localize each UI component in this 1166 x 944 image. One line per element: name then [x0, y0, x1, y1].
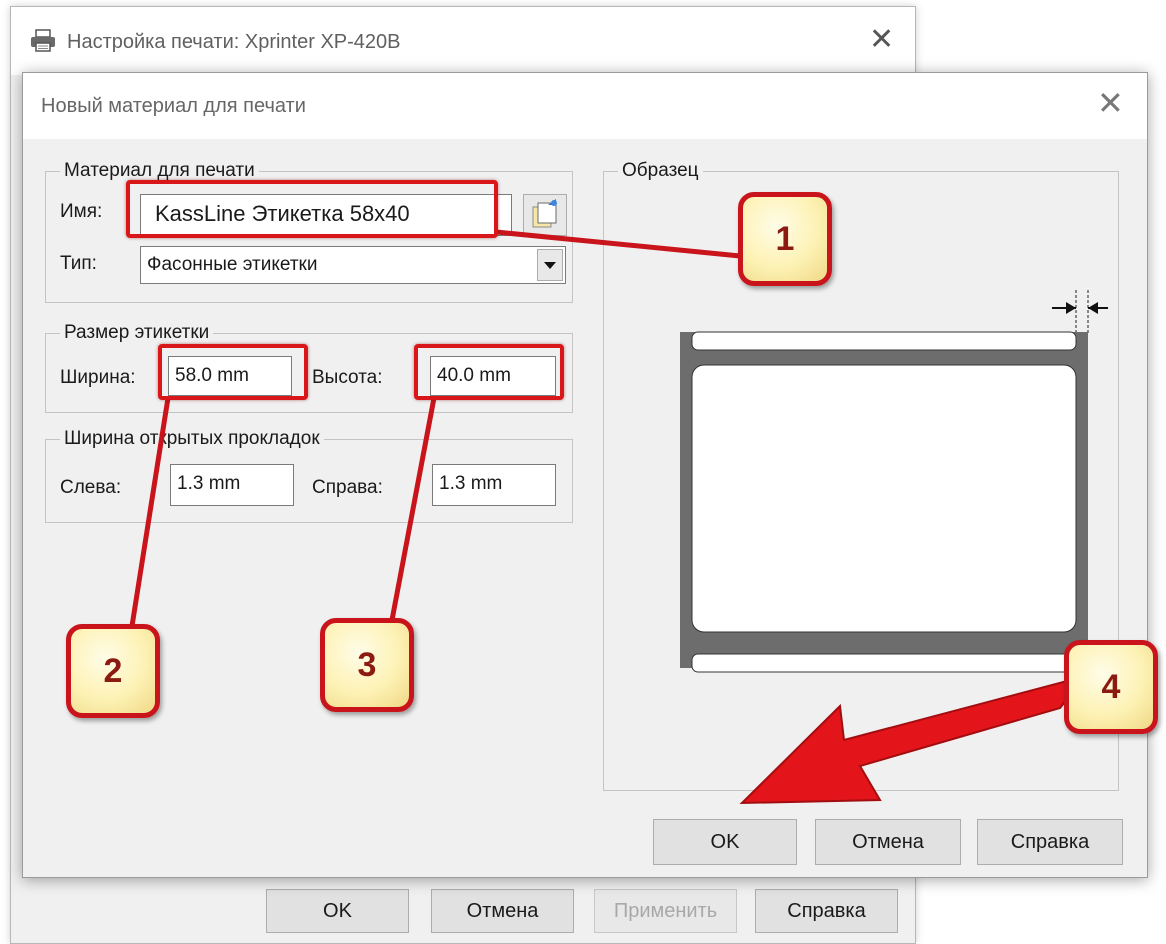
type-label: Тип:	[60, 253, 97, 274]
cancel-button[interactable]: Отмена	[815, 819, 961, 865]
label-sample-preview	[680, 290, 1108, 673]
back-window-title: Настройка печати: Xprinter XP-420B	[67, 31, 401, 53]
label-size-group-label: Размер этикетки	[60, 321, 214, 345]
left-label: Слева:	[60, 477, 122, 498]
height-highlight	[414, 344, 564, 400]
name-highlight	[126, 180, 498, 238]
sample-group: Образец	[603, 159, 1119, 791]
close-icon[interactable]: ✕	[869, 25, 894, 55]
printer-icon	[29, 29, 57, 53]
callout-4: 4	[1064, 640, 1158, 734]
height-label: Высота:	[312, 367, 383, 388]
back-help-button[interactable]: Справка	[755, 889, 898, 933]
browse-icon	[532, 199, 557, 228]
liner-group: Ширина открытых прокладок Слева: 1.3 mm …	[45, 427, 573, 523]
back-titlebar: Настройка печати: Xprinter XP-420B ✕	[11, 7, 915, 75]
margin-arrows-icon	[1052, 290, 1108, 334]
ok-button[interactable]: OK	[653, 819, 797, 865]
name-label: Имя:	[60, 201, 103, 222]
right-label: Справа:	[312, 477, 383, 498]
dialog-title: Новый материал для печати	[41, 95, 306, 117]
browse-button[interactable]	[523, 194, 567, 236]
type-select-value: Фасонные этикетки	[147, 254, 318, 275]
callout-1: 1	[738, 192, 832, 286]
callout-2: 2	[66, 624, 160, 718]
dialog-titlebar: Новый материал для печати ✕	[23, 73, 1147, 139]
callout-3: 3	[320, 618, 414, 712]
width-highlight	[158, 344, 308, 400]
back-ok-button[interactable]: OK	[266, 889, 409, 933]
dropdown-arrow-icon[interactable]	[537, 249, 563, 281]
left-input[interactable]: 1.3 mm	[170, 464, 294, 506]
close-icon[interactable]: ✕	[1097, 87, 1124, 119]
right-input[interactable]: 1.3 mm	[432, 464, 556, 506]
liner-group-label: Ширина открытых прокладок	[60, 427, 324, 451]
type-select[interactable]: Фасонные этикетки	[140, 246, 566, 284]
width-label: Ширина:	[60, 367, 136, 388]
back-apply-button[interactable]: Применить	[594, 889, 737, 933]
back-cancel-button[interactable]: Отмена	[431, 889, 574, 933]
help-button[interactable]: Справка	[977, 819, 1123, 865]
